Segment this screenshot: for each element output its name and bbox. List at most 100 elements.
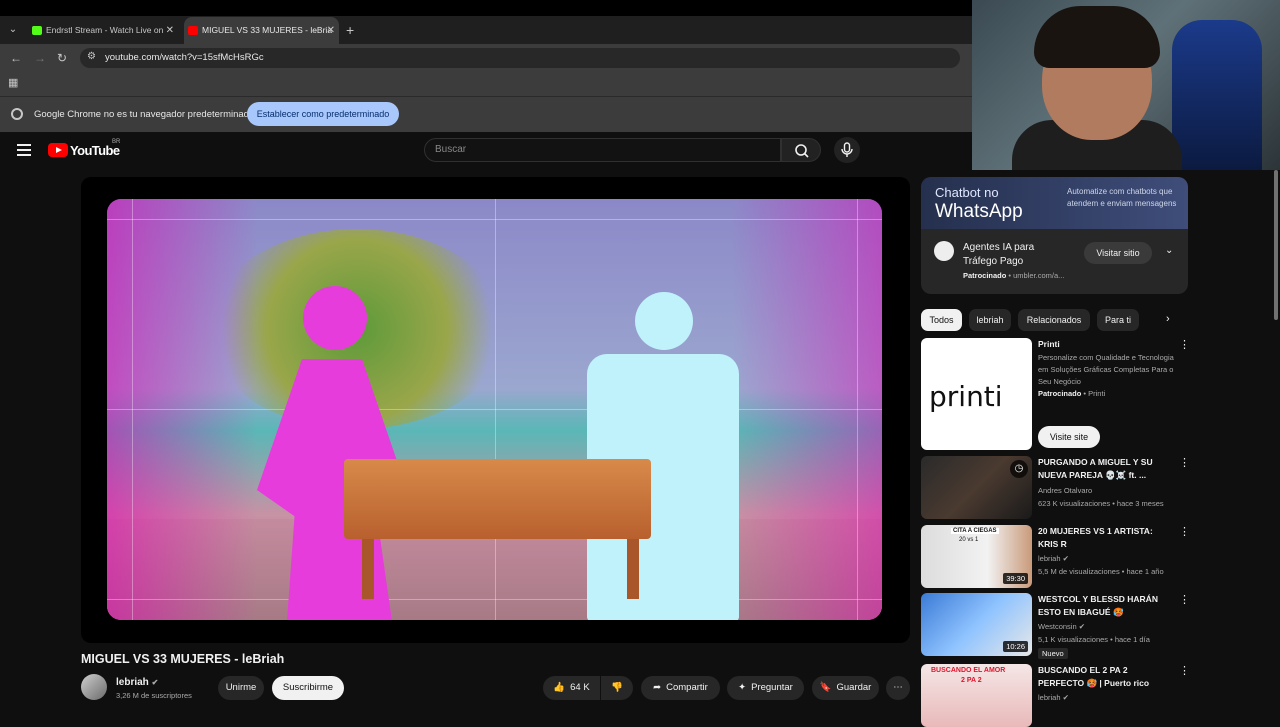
- youtube-header: YouTube BR Buscar: [0, 132, 972, 170]
- site-info-icon[interactable]: ⚙: [87, 51, 96, 62]
- set-default-button[interactable]: Establecer como predeterminado: [247, 102, 399, 126]
- video-player[interactable]: [81, 177, 910, 643]
- list-item[interactable]: ◷ PURGANDO A MIGUEL Y SU NUEVA PAREJA 💀☠…: [921, 456, 1190, 519]
- chip-for-you[interactable]: Para ti: [1097, 309, 1139, 331]
- grid-line: [107, 599, 882, 600]
- gaming-chair: [1172, 20, 1262, 170]
- chip-lebriah[interactable]: lebriah: [969, 309, 1011, 331]
- tab-youtube-video[interactable]: MIGUEL VS 33 MUJERES - leBria ✕: [184, 17, 339, 44]
- close-tab-icon[interactable]: ✕: [166, 17, 174, 44]
- youtube-play-icon: [48, 143, 68, 157]
- bench-leg: [362, 539, 374, 599]
- search-input[interactable]: Buscar: [424, 138, 781, 162]
- thumb-subtext: 20 vs 1: [959, 537, 979, 543]
- save-button[interactable]: 🔖 Guardar: [812, 676, 879, 700]
- visit-site-button[interactable]: Visite site: [1038, 426, 1100, 448]
- search-placeholder: Buscar: [435, 144, 467, 155]
- url-text[interactable]: youtube.com/watch?v=15sfMcHsRGc: [105, 52, 264, 63]
- list-item[interactable]: 10:26 WESTCOL Y BLESSD HARÁN ESTO EN IBA…: [921, 593, 1190, 659]
- channel-name-text[interactable]: lebriah: [1038, 693, 1061, 702]
- more-vertical-icon[interactable]: ⋮: [1179, 525, 1190, 538]
- ad-domain: umbler.com/a...: [1013, 271, 1065, 280]
- join-button[interactable]: Unirme: [218, 676, 264, 700]
- sponsored-title[interactable]: Printi: [1038, 338, 1168, 351]
- chevron-right-icon[interactable]: ›: [1166, 313, 1170, 325]
- tab-search-icon[interactable]: ⌄: [5, 22, 21, 38]
- url-bar[interactable]: ⚙ youtube.com/watch?v=15sfMcHsRGc: [80, 48, 960, 68]
- video-title[interactable]: PURGANDO A MIGUEL Y SU NUEVA PAREJA 💀☠️ …: [1038, 456, 1168, 482]
- voice-search-button[interactable]: [834, 137, 860, 163]
- channel-name[interactable]: Andres Otalvaro: [1038, 486, 1092, 495]
- search-button[interactable]: [781, 138, 821, 162]
- video-meta: 623 K visualizaciones • hace 3 meses: [1038, 499, 1164, 508]
- channel-name-text[interactable]: Westconsin: [1038, 622, 1077, 631]
- forward-icon[interactable]: →: [34, 50, 46, 66]
- thumbs-up-icon: 👍: [553, 682, 566, 693]
- like-button[interactable]: 👍 64 K: [543, 676, 600, 700]
- ad-banner-line2: WhatsApp: [935, 201, 1023, 222]
- video-title[interactable]: WESTCOL Y BLESSD HARÁN ESTO EN IBAGUÉ 🥵: [1038, 593, 1168, 619]
- menu-icon[interactable]: [17, 144, 31, 156]
- thumb-text: BUSCANDO EL AMOR: [931, 667, 1006, 674]
- channel-name[interactable]: lebriah ✔: [1038, 554, 1069, 563]
- apps-grid-icon[interactable]: ▦: [8, 76, 18, 89]
- channel-name-text[interactable]: lebriah: [1038, 554, 1061, 563]
- search-icon: [795, 144, 809, 158]
- video-thumbnail[interactable]: CITA A CIEGAS 20 vs 1 39:30: [921, 525, 1032, 588]
- sponsored-card[interactable]: printi Printi Personalize com Qualidade …: [921, 338, 1190, 451]
- list-item[interactable]: BUSCANDO EL AMOR 2 PA 2 BUSCANDO EL 2 PA…: [921, 664, 1190, 727]
- watch-later-icon[interactable]: ◷: [1010, 460, 1028, 478]
- channel-name-text[interactable]: lebriah: [116, 677, 149, 688]
- visit-site-button[interactable]: Visitar sitio: [1084, 242, 1152, 264]
- ad-sponsor-line: Patrocinado • umbler.com/a...: [963, 271, 1065, 280]
- channel-name[interactable]: lebriah ✔: [1038, 693, 1069, 702]
- duration-badge: 39:30: [1003, 573, 1028, 584]
- share-icon: ➦: [653, 682, 662, 693]
- tab-kick-stream[interactable]: Endrstl Stream - Watch Live on ✕: [28, 17, 178, 44]
- video-thumbnail[interactable]: 10:26: [921, 593, 1032, 656]
- chevron-down-icon[interactable]: ⌄: [1165, 245, 1173, 256]
- more-vertical-icon[interactable]: ⋮: [1179, 664, 1190, 677]
- ask-button[interactable]: ✦ Preguntar: [727, 676, 804, 700]
- close-tab-icon[interactable]: ✕: [327, 17, 335, 44]
- back-icon[interactable]: ←: [10, 50, 22, 66]
- channel-name[interactable]: Westconsin ✔: [1038, 622, 1085, 631]
- default-browser-infobar: Google Chrome no es tu navegador predete…: [0, 96, 972, 132]
- ad-card[interactable]: Chatbot no WhatsApp Automatize com chatb…: [921, 177, 1188, 294]
- channel-avatar[interactable]: [81, 674, 107, 700]
- tab-title: Endrstl Stream - Watch Live on: [46, 25, 164, 35]
- filter-chips: Todos lebriah Relacionados Para ti: [921, 309, 1181, 331]
- page-scrollbar[interactable]: [1272, 170, 1280, 710]
- video-thumbnail[interactable]: BUSCANDO EL AMOR 2 PA 2: [921, 664, 1032, 727]
- sponsored-desc: Personalize com Qualidade e Tecnologia e…: [1038, 353, 1174, 386]
- ad-banner[interactable]: Chatbot no WhatsApp Automatize com chatb…: [921, 177, 1188, 229]
- ad-logo: [934, 241, 954, 261]
- male-figure-head: [635, 292, 693, 350]
- new-badge: Nuevo: [1038, 648, 1068, 659]
- video-thumbnail[interactable]: ◷: [921, 456, 1032, 519]
- channel-name[interactable]: lebriah ✔: [116, 677, 158, 688]
- video-title[interactable]: BUSCANDO EL 2 PA 2 PERFECTO 🥵 | Puerto r…: [1038, 664, 1168, 690]
- subscribe-button[interactable]: Suscribirme: [272, 676, 344, 700]
- more-actions-button[interactable]: ⋯: [886, 676, 910, 700]
- more-vertical-icon[interactable]: ⋮: [1179, 593, 1190, 606]
- new-tab-icon[interactable]: +: [346, 22, 354, 38]
- video-title[interactable]: 20 MUJERES VS 1 ARTISTA: KRIS R: [1038, 525, 1168, 551]
- wooden-bench: [344, 459, 651, 539]
- verified-icon: ✔: [151, 678, 159, 687]
- ad-title[interactable]: Agentes IA para Tráfego Pago: [963, 241, 1063, 269]
- reload-icon[interactable]: ↻: [57, 50, 67, 66]
- youtube-logo[interactable]: YouTube BR: [48, 139, 120, 158]
- more-vertical-icon[interactable]: ⋮: [1179, 338, 1190, 351]
- more-horizontal-icon: ⋯: [893, 682, 903, 693]
- printi-thumbnail[interactable]: printi: [921, 338, 1032, 450]
- chip-all[interactable]: Todos: [921, 309, 962, 331]
- share-button[interactable]: ➦ Compartir: [641, 676, 720, 700]
- dislike-button[interactable]: 👎: [601, 676, 633, 700]
- sparkle-icon: ✦: [738, 682, 747, 693]
- more-vertical-icon[interactable]: ⋮: [1179, 456, 1190, 469]
- chip-related[interactable]: Relacionados: [1018, 309, 1090, 331]
- list-item[interactable]: CITA A CIEGAS 20 vs 1 39:30 20 MUJERES V…: [921, 525, 1190, 588]
- tab-strip: ⌄ Endrstl Stream - Watch Live on ✕ MIGUE…: [0, 0, 972, 44]
- scrollbar-thumb[interactable]: [1274, 170, 1278, 320]
